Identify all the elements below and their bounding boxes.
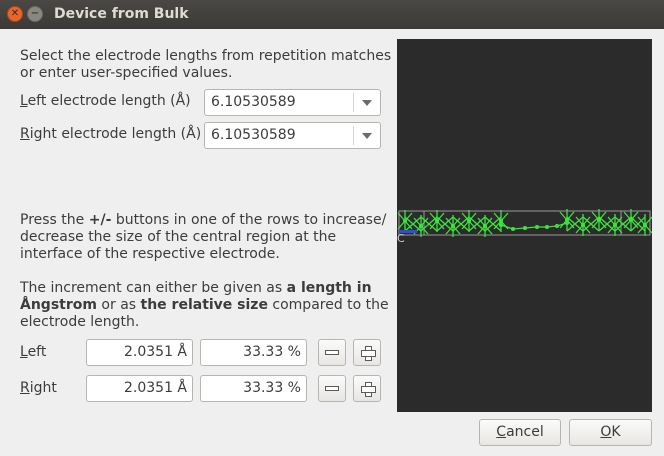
right-electrode-label: Right electrode length (Å): [20, 126, 202, 142]
press-text-line1: Press the +/- buttons in one of the rows…: [20, 212, 387, 228]
close-icon[interactable]: ✕: [7, 6, 23, 22]
minus-icon: [325, 386, 339, 391]
right-electrode-length-combo[interactable]: 6.10530589: [204, 122, 381, 149]
increment-text-line2: Ångstrom or as the relative size compare…: [20, 297, 389, 313]
right-electrode-length-value[interactable]: 6.10530589: [211, 127, 296, 143]
right-length-field[interactable]: 2.0351 Å: [86, 375, 193, 402]
increment-text-line3: electrode length.: [20, 314, 140, 330]
left-decrease-button[interactable]: [318, 339, 346, 366]
press-text-line2: decrease the size of the central region …: [20, 229, 337, 245]
chevron-down-icon[interactable]: [362, 133, 372, 139]
left-electrode-label: Left electrode length (Å): [20, 93, 191, 109]
left-percent-field[interactable]: 33.33 %: [200, 339, 307, 366]
left-electrode-length-combo[interactable]: 6.10530589: [204, 89, 381, 116]
left-increase-button[interactable]: [353, 339, 381, 366]
press-text-line3: interface of the respective electrode.: [20, 246, 280, 262]
left-electrode-length-value[interactable]: 6.10530589: [211, 94, 296, 110]
combo-separator: [353, 126, 354, 145]
structure-preview[interactable]: C: [397, 39, 652, 412]
intro-text-line2: or enter user-specified values.: [20, 65, 233, 81]
left-row-label: Left: [20, 344, 47, 360]
ok-button[interactable]: OK: [569, 419, 652, 446]
minimize-icon[interactable]: −: [27, 6, 43, 22]
plus-icon: [361, 382, 376, 397]
right-percent-field[interactable]: 33.33 %: [200, 375, 307, 402]
edge-label: C: [397, 232, 405, 245]
title-bar: ✕ − Device from Bulk: [0, 0, 664, 29]
window-title: Device from Bulk: [54, 6, 189, 22]
intro-text-line1: Select the electrode lengths from repeti…: [20, 48, 392, 64]
minus-icon: [325, 350, 339, 355]
cancel-button[interactable]: Cancel: [479, 419, 561, 446]
combo-separator: [353, 93, 354, 112]
device-structure-drawing: C: [397, 209, 652, 245]
left-length-field[interactable]: 2.0351 Å: [86, 339, 193, 366]
right-increase-button[interactable]: [353, 375, 381, 402]
plus-icon: [361, 346, 376, 361]
atom-network: [397, 209, 652, 237]
increment-text-line1: The increment can either be given as a l…: [20, 280, 372, 296]
right-row-label: Right: [20, 380, 57, 396]
right-decrease-button[interactable]: [318, 375, 346, 402]
chevron-down-icon[interactable]: [362, 100, 372, 106]
